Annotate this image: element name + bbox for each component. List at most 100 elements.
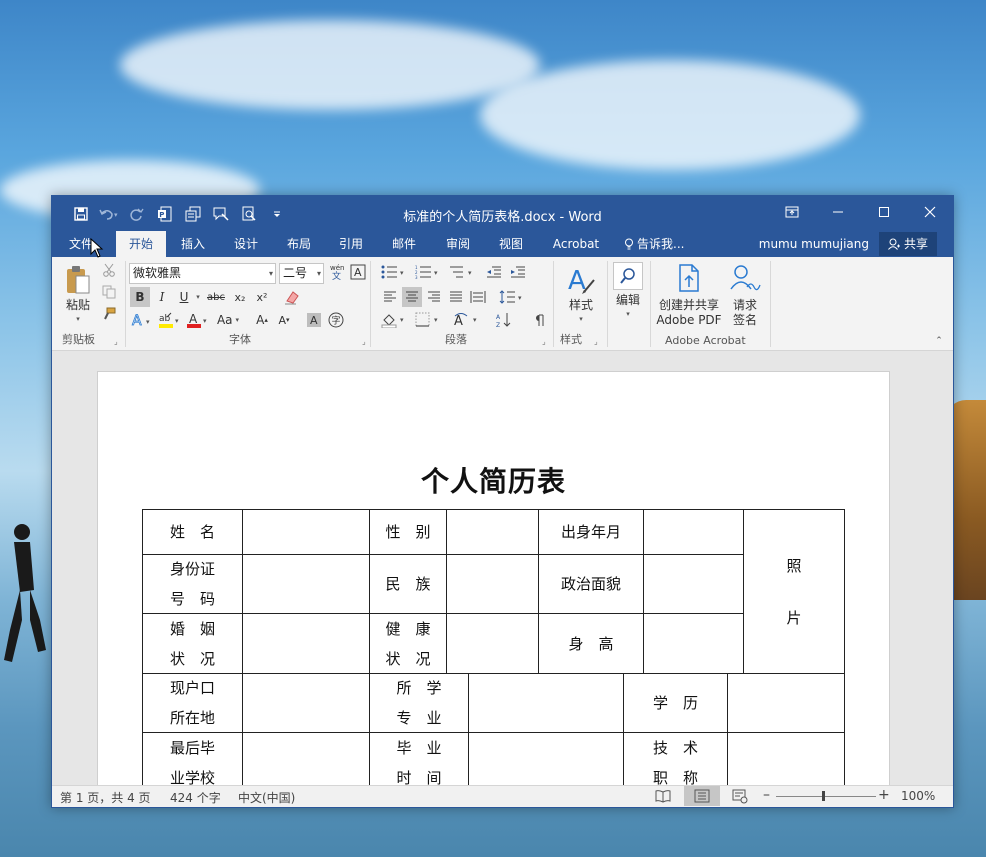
table-cell-label[interactable]: 所 学专 业 — [369, 673, 469, 733]
request-signature-label[interactable]: 请求 签名 — [728, 298, 762, 328]
table-cell-input[interactable] — [446, 554, 539, 614]
table-cell-label[interactable]: 婚 姻状 况 — [142, 613, 243, 674]
zoom-slider-thumb[interactable] — [822, 791, 825, 801]
table-cell-label[interactable]: 出身年月 — [538, 509, 644, 555]
paste-label[interactable]: 粘贴 — [62, 298, 94, 313]
tab-layout[interactable]: 布局 — [280, 231, 318, 257]
font-launcher-icon[interactable]: ⌟ — [362, 337, 366, 346]
table-cell-input[interactable] — [242, 509, 370, 555]
increase-indent-icon[interactable] — [508, 263, 528, 281]
line-spacing-icon[interactable]: ▾ — [498, 287, 526, 307]
multilevel-list-icon[interactable]: ▾ — [448, 263, 478, 281]
show-marks-icon[interactable] — [528, 310, 548, 330]
zoom-in-icon[interactable]: + — [878, 787, 890, 803]
clipboard-launcher-icon[interactable]: ⌟ — [114, 337, 118, 346]
underline-button[interactable]: U — [175, 287, 193, 307]
zoom-level[interactable]: 100% — [901, 789, 935, 803]
table-cell-input[interactable] — [468, 673, 624, 733]
change-case-button[interactable]: Aa ▾ — [212, 310, 244, 330]
table-cell-input[interactable] — [446, 613, 539, 674]
page-count[interactable]: 第 1 页，共 4 页 — [60, 789, 151, 806]
table-cell-input[interactable] — [643, 554, 744, 614]
read-mode-icon[interactable] — [655, 788, 671, 807]
font-color-icon[interactable]: A ▾ — [186, 310, 210, 330]
tab-review[interactable]: 审阅 — [439, 231, 477, 257]
styles-dropdown-icon[interactable]: ▾ — [575, 314, 587, 324]
collapse-ribbon-icon[interactable]: ⌃ — [933, 336, 945, 346]
shading-icon[interactable]: ▾ — [380, 310, 410, 330]
table-cell-label[interactable]: 民 族 — [369, 554, 447, 614]
table-cell-label[interactable]: 性 别 — [369, 509, 447, 555]
bold-button[interactable]: B — [130, 287, 150, 307]
table-cell-input[interactable] — [643, 509, 744, 555]
share-button[interactable]: 共享 — [879, 232, 937, 256]
clear-formatting-icon[interactable] — [282, 287, 302, 307]
enclose-characters-icon[interactable]: 字 — [326, 310, 346, 330]
tell-me-box[interactable]: 告诉我... — [624, 231, 696, 257]
tab-references[interactable]: 引用 — [332, 231, 370, 257]
subscript-button[interactable]: x₂ — [230, 287, 250, 307]
sort-icon[interactable]: AZ — [494, 310, 514, 330]
character-border-icon[interactable]: A — [349, 263, 367, 281]
paste-icon[interactable] — [64, 263, 92, 297]
photo-cell[interactable]: 照 片 — [743, 509, 845, 674]
table-cell-input[interactable] — [727, 673, 845, 733]
tab-insert[interactable]: 插入 — [174, 231, 212, 257]
editing-dropdown-icon[interactable]: ▾ — [622, 309, 634, 319]
numbering-icon[interactable]: 1 2 3 ▾ — [414, 263, 444, 281]
font-name-combo[interactable]: 微软雅黑 ▾ — [129, 263, 276, 284]
align-center-icon[interactable] — [402, 287, 422, 307]
borders-icon[interactable]: ▾ — [414, 310, 444, 330]
font-size-combo[interactable]: 二号 ▾ — [279, 263, 324, 284]
table-cell-label[interactable]: 身份证号 码 — [142, 554, 243, 614]
table-cell-label[interactable]: 现户口 所在地 — [142, 673, 243, 733]
request-signature-icon[interactable] — [728, 262, 762, 294]
create-pdf-label[interactable]: 创建并共享 Adobe PDF — [652, 298, 726, 328]
table-cell-label[interactable]: 姓 名 — [142, 509, 243, 555]
close-icon[interactable] — [907, 196, 953, 228]
asian-layout-icon[interactable]: A ▾ — [452, 310, 484, 330]
paste-dropdown-icon[interactable]: ▾ — [72, 314, 84, 324]
distributed-icon[interactable] — [468, 287, 488, 307]
find-icon[interactable] — [613, 262, 643, 290]
table-cell-input[interactable] — [727, 732, 845, 787]
tab-view[interactable]: 视图 — [492, 231, 530, 257]
table-cell-input[interactable] — [242, 613, 370, 674]
web-layout-icon[interactable] — [732, 788, 748, 807]
styles-icon[interactable]: A — [565, 262, 597, 298]
shrink-font-button[interactable]: A ▾ — [274, 310, 294, 330]
table-cell-input[interactable] — [643, 613, 744, 674]
styles-button-label[interactable]: 样式 — [563, 298, 599, 313]
document-area[interactable]: 个人简历表 姓 名 性 别 出身年月 照 片 身份证号 码 民 族 政治面貌 婚… — [52, 351, 953, 787]
table-cell-input[interactable] — [242, 554, 370, 614]
highlight-icon[interactable]: ab ▾ — [158, 310, 182, 330]
paragraph-launcher-icon[interactable]: ⌟ — [542, 337, 546, 346]
zoom-slider[interactable] — [776, 796, 876, 797]
align-right-icon[interactable] — [424, 287, 444, 307]
cut-icon[interactable] — [101, 262, 117, 278]
maximize-icon[interactable] — [861, 196, 907, 228]
document-page[interactable]: 个人简历表 姓 名 性 别 出身年月 照 片 身份证号 码 民 族 政治面貌 婚… — [97, 371, 890, 787]
align-left-icon[interactable] — [380, 287, 400, 307]
superscript-button[interactable]: x² — [252, 287, 272, 307]
table-cell-input[interactable] — [242, 732, 370, 787]
justify-icon[interactable] — [446, 287, 466, 307]
underline-dropdown-icon[interactable]: ▾ — [193, 287, 203, 307]
format-painter-icon[interactable] — [101, 306, 117, 322]
minimize-icon[interactable] — [815, 196, 861, 228]
table-cell-label[interactable]: 政治面貌 — [538, 554, 644, 614]
language-indicator[interactable]: 中文(中国) — [238, 789, 295, 806]
table-cell-label[interactable]: 身 高 — [538, 613, 644, 674]
user-name[interactable]: mumu mumujiang — [759, 231, 869, 257]
table-cell-label[interactable]: 最后毕 业学校 — [142, 732, 243, 787]
tab-acrobat[interactable]: Acrobat — [546, 231, 606, 257]
tab-design[interactable]: 设计 — [227, 231, 265, 257]
character-shading-icon[interactable]: A — [304, 310, 324, 330]
table-cell-label[interactable]: 技 术职 称 — [623, 732, 728, 787]
tab-mailings[interactable]: 邮件 — [385, 231, 423, 257]
grow-font-button[interactable]: A ▴ — [252, 310, 272, 330]
table-cell-label[interactable]: 学 历 — [623, 673, 728, 733]
decrease-indent-icon[interactable] — [484, 263, 504, 281]
create-pdf-icon[interactable] — [674, 262, 704, 294]
table-cell-input[interactable] — [468, 732, 624, 787]
